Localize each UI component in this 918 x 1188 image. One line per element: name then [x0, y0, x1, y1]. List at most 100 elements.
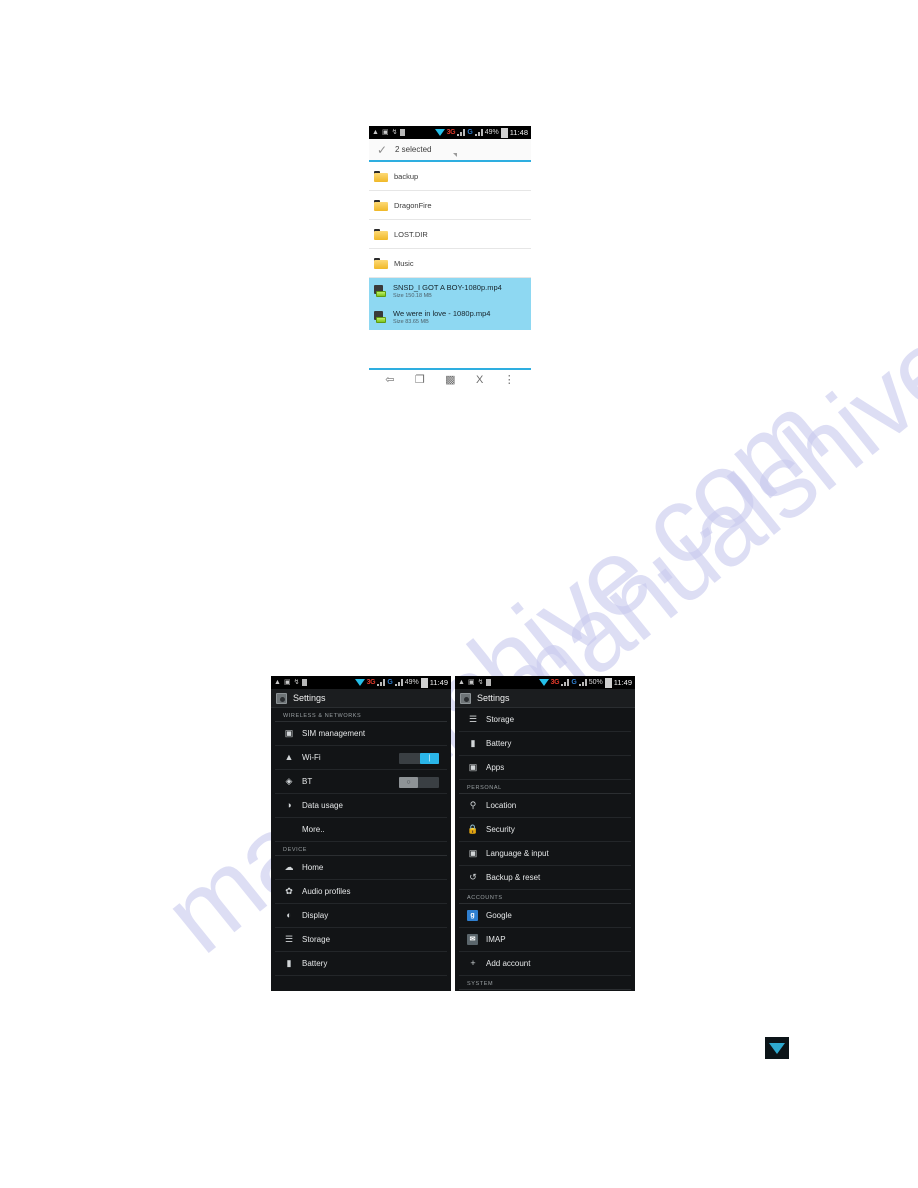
file-size-label: Size 150.18 MB — [393, 292, 432, 299]
wifi-icon — [434, 129, 445, 136]
settings-list-right[interactable]: ☰ Storage ▮ Battery ▣ Apps PERSONAL ⚲ Lo… — [455, 708, 635, 991]
sidebar-item-home[interactable]: ☁ Home — [275, 856, 447, 880]
list-item[interactable]: backup — [369, 162, 531, 191]
sidebar-item-language-input[interactable]: ▣ Language & input — [459, 842, 631, 866]
sidebar-item-wifi[interactable]: ▲ Wi-Fi | — [275, 746, 447, 770]
battery-percent-label: 49% — [484, 129, 499, 136]
folder-icon — [374, 228, 388, 240]
battery-percent-label: 50% — [588, 679, 603, 686]
wifi-toggle[interactable]: | — [399, 753, 439, 764]
usb-debug-icon: ▲ — [274, 679, 281, 686]
wifi-icon — [769, 1042, 785, 1054]
file-manager-actionbar: ✓ 2 selected — [369, 139, 531, 162]
file-list[interactable]: backup DragonFire LOST.DIR Music SNSD_I … — [369, 162, 531, 330]
sidebar-item-label: Battery — [486, 739, 512, 748]
battery-icon: ▮ — [286, 958, 292, 968]
file-list-empty-space — [369, 330, 531, 368]
section-header: ACCOUNTS — [459, 890, 631, 904]
sidebar-item-battery[interactable]: ▮ Battery — [275, 952, 447, 976]
clock-label: 11:49 — [613, 678, 632, 687]
video-file-icon — [374, 284, 387, 297]
toggle-knob: ○ — [399, 777, 418, 788]
sidebar-item-audio-profiles[interactable]: ✿ Audio profiles — [275, 880, 447, 904]
battery-icon — [604, 677, 612, 688]
list-item[interactable]: DragonFire — [369, 191, 531, 220]
folder-icon — [374, 170, 388, 182]
plus-icon: + — [470, 958, 476, 968]
network-3g-label: 3G — [366, 679, 376, 686]
network-3g-label: 3G — [446, 129, 456, 136]
sidebar-item-security[interactable]: 🔒 Security — [459, 818, 631, 842]
section-header: WIRELESS & NETWORKS — [275, 708, 447, 722]
list-item-selected[interactable]: SNSD_I GOT A BOY-1080p.mp4 Size 150.18 M… — [369, 278, 531, 304]
share-icon[interactable]: ⇦ — [385, 375, 394, 386]
screenshot-icon: ▣ — [381, 129, 389, 136]
sidebar-item-imap-account[interactable]: ✉ IMAP — [459, 928, 631, 952]
sim-card-icon: ▣ — [284, 728, 294, 738]
selection-count-label: 2 selected — [395, 145, 432, 154]
settings-gear-icon — [460, 692, 471, 704]
download-icon: ↯ — [293, 679, 300, 686]
storage-icon: ☰ — [284, 934, 294, 944]
sidebar-item-label: Security — [486, 825, 515, 834]
sidebar-item-label: BT — [302, 777, 313, 786]
bluetooth-toggle[interactable]: ○ — [399, 777, 439, 788]
list-item[interactable]: LOST.DIR — [369, 220, 531, 249]
signal-bars-sim2-icon — [578, 679, 587, 686]
usb-debug-icon: ▲ — [372, 129, 379, 136]
battery-icon — [420, 677, 428, 688]
sidebar-item-label: IMAP — [486, 935, 506, 944]
watermark-text: manualshive.com — [470, 170, 918, 751]
sidebar-item-storage[interactable]: ☰ Storage — [459, 708, 631, 732]
file-name-label: We were in love - 1080p.mp4 — [393, 308, 491, 318]
screenshot-icon: ▣ — [283, 679, 291, 686]
sidebar-item-apps[interactable]: ▣ Apps — [459, 756, 631, 780]
storage-icon: ☰ — [468, 714, 478, 724]
statusbar-left-icons: ▲ ▣ ↯ — [458, 679, 492, 686]
sidebar-item-data-usage[interactable]: ◑ Data usage — [275, 794, 447, 818]
sidebar-item-battery[interactable]: ▮ Battery — [459, 732, 631, 756]
settings-screenshot-right: ▲ ▣ ↯ 3G G 50% 11:49 Settings ☰ Storage … — [455, 676, 635, 991]
sidebar-item-label: Language & input — [486, 849, 549, 858]
check-icon[interactable]: ✓ — [369, 144, 395, 156]
sidebar-item-add-account[interactable]: + Add account — [459, 952, 631, 976]
display-icon: ◐ — [286, 910, 292, 920]
copy-icon[interactable]: ❐ — [415, 375, 425, 386]
wifi-icon: ▲ — [284, 752, 294, 762]
settings-list-left[interactable]: WIRELESS & NETWORKS ▣ SIM management ▲ W… — [271, 708, 451, 991]
folder-icon — [374, 199, 388, 211]
sidebar-item-display[interactable]: ◐ Display — [275, 904, 447, 928]
language-icon: ▣ — [468, 848, 478, 858]
sidebar-item-storage[interactable]: ☰ Storage — [275, 928, 447, 952]
sidebar-item-bluetooth[interactable]: ◈ BT ○ — [275, 770, 447, 794]
list-item[interactable]: Music — [369, 249, 531, 278]
sidebar-item-label: Storage — [486, 715, 515, 724]
sidebar-item-label: Audio profiles — [302, 887, 351, 896]
imap-badge: ✉ — [467, 934, 478, 945]
delete-icon[interactable]: ▩ — [445, 375, 455, 386]
sidebar-item-more[interactable]: More.. — [275, 818, 447, 842]
network-g-label: G — [387, 679, 393, 686]
sidebar-item-label: Location — [486, 801, 517, 810]
home-icon: ☁ — [284, 862, 294, 872]
usb-debug-icon: ▲ — [458, 679, 465, 686]
file-name-label: LOST.DIR — [394, 229, 428, 239]
sidebar-item-label: Display — [302, 911, 329, 920]
toggle-knob: | — [420, 753, 439, 764]
file-manager-toolbar: ⇦ ❐ ▩ X ⋮ — [369, 368, 531, 391]
chevron-down-icon[interactable] — [453, 153, 457, 157]
audio-profiles-icon: ✿ — [285, 886, 293, 896]
sidebar-item-google-account[interactable]: g Google — [459, 904, 631, 928]
sidebar-item-sim-management[interactable]: ▣ SIM management — [275, 722, 447, 746]
video-file-icon — [374, 310, 387, 323]
cut-icon[interactable]: X — [476, 375, 483, 386]
settings-gear-icon — [276, 692, 287, 704]
list-item-selected[interactable]: We were in love - 1080p.mp4 Size 83.65 M… — [369, 304, 531, 330]
google-badge: g — [467, 910, 478, 921]
network-3g-label: 3G — [550, 679, 560, 686]
overflow-menu-icon[interactable]: ⋮ — [504, 375, 515, 386]
sidebar-item-location[interactable]: ⚲ Location — [459, 794, 631, 818]
sidebar-item-backup-reset[interactable]: ↺ Backup & reset — [459, 866, 631, 890]
location-pin-icon: ⚲ — [469, 800, 477, 810]
notification-icon — [400, 129, 406, 136]
